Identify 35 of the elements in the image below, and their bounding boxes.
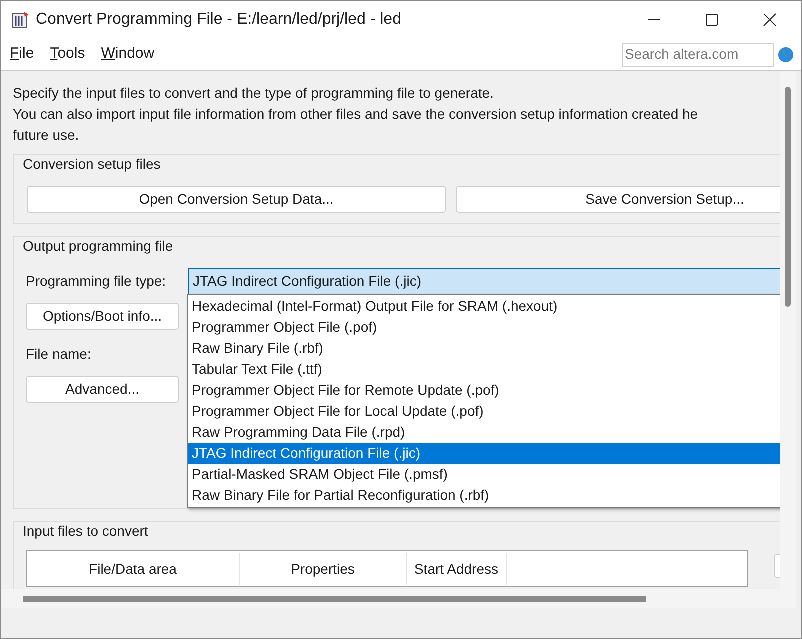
dropdown-option[interactable]: Raw Binary File for Partial Reconfiguration (.rbf): [188, 485, 780, 506]
column-header[interactable]: Properties: [240, 553, 407, 585]
column-header[interactable]: Start Address: [407, 553, 507, 585]
dropdown-option[interactable]: Raw Programming Data File (.rpd): [188, 422, 780, 443]
close-icon[interactable]: [763, 13, 777, 27]
menu-item[interactable]: File: [10, 43, 34, 66]
dropdown-option[interactable]: Hexadecimal (Intel-Format) Output File for SRAM (.hexout): [188, 296, 780, 317]
menu-item[interactable]: Window: [101, 43, 155, 66]
field-label: File name:: [26, 345, 92, 364]
dropdown-option[interactable]: Programmer Object File (.pof): [188, 317, 780, 338]
open-setup-button[interactable]: Open Conversion Setup Data...: [27, 186, 446, 213]
field-label: Programming file type:: [26, 272, 168, 291]
dropdown-option[interactable]: Partial-Masked SRAM Object File (.pmsf): [188, 464, 780, 485]
instructions-text: Specify the input files to convert and the type of programming file to generate. You can also import input file information from other files and save the conversion setup information created he future use.: [13, 84, 700, 145]
maximize-icon[interactable]: [705, 13, 719, 27]
file-type-dropdown[interactable]: JTAG Indirect Configuration File (.jic): [188, 268, 780, 295]
dropdown-option[interactable]: Raw Binary File (.rbf): [188, 338, 780, 359]
dropdown-option[interactable]: Tabular Text File (.ttf): [188, 359, 780, 380]
dropdown-option[interactable]: JTAG Indirect Configuration File (.jic): [188, 443, 780, 464]
group-title: Conversion setup files: [23, 155, 161, 174]
save-setup-button[interactable]: Save Conversion Setup...: [456, 186, 780, 213]
dropdown-option[interactable]: Programmer Object File for Remote Update (.pof): [188, 380, 780, 401]
advanced-button[interactable]: Advanced...: [26, 376, 179, 403]
dropdown-option[interactable]: Programmer Object File for Local Update (.pof): [188, 401, 780, 422]
app-icon: [12, 11, 30, 29]
search-field[interactable]: Search altera.com: [622, 42, 774, 66]
menu-item[interactable]: Tools: [50, 43, 86, 66]
vertical-scrollbar[interactable]: [785, 87, 791, 307]
column-header[interactable]: File/Data area: [27, 553, 240, 585]
globe-icon[interactable]: [778, 46, 794, 62]
horizontal-scrollbar[interactable]: [23, 596, 646, 602]
group-title: Output programming file: [23, 237, 174, 256]
group-title: Input files to convert: [23, 522, 148, 541]
options-button[interactable]: Options/Boot info...: [26, 303, 179, 330]
window-title: Convert Programming File - E:/learn/led/prj/led - led: [36, 10, 402, 30]
